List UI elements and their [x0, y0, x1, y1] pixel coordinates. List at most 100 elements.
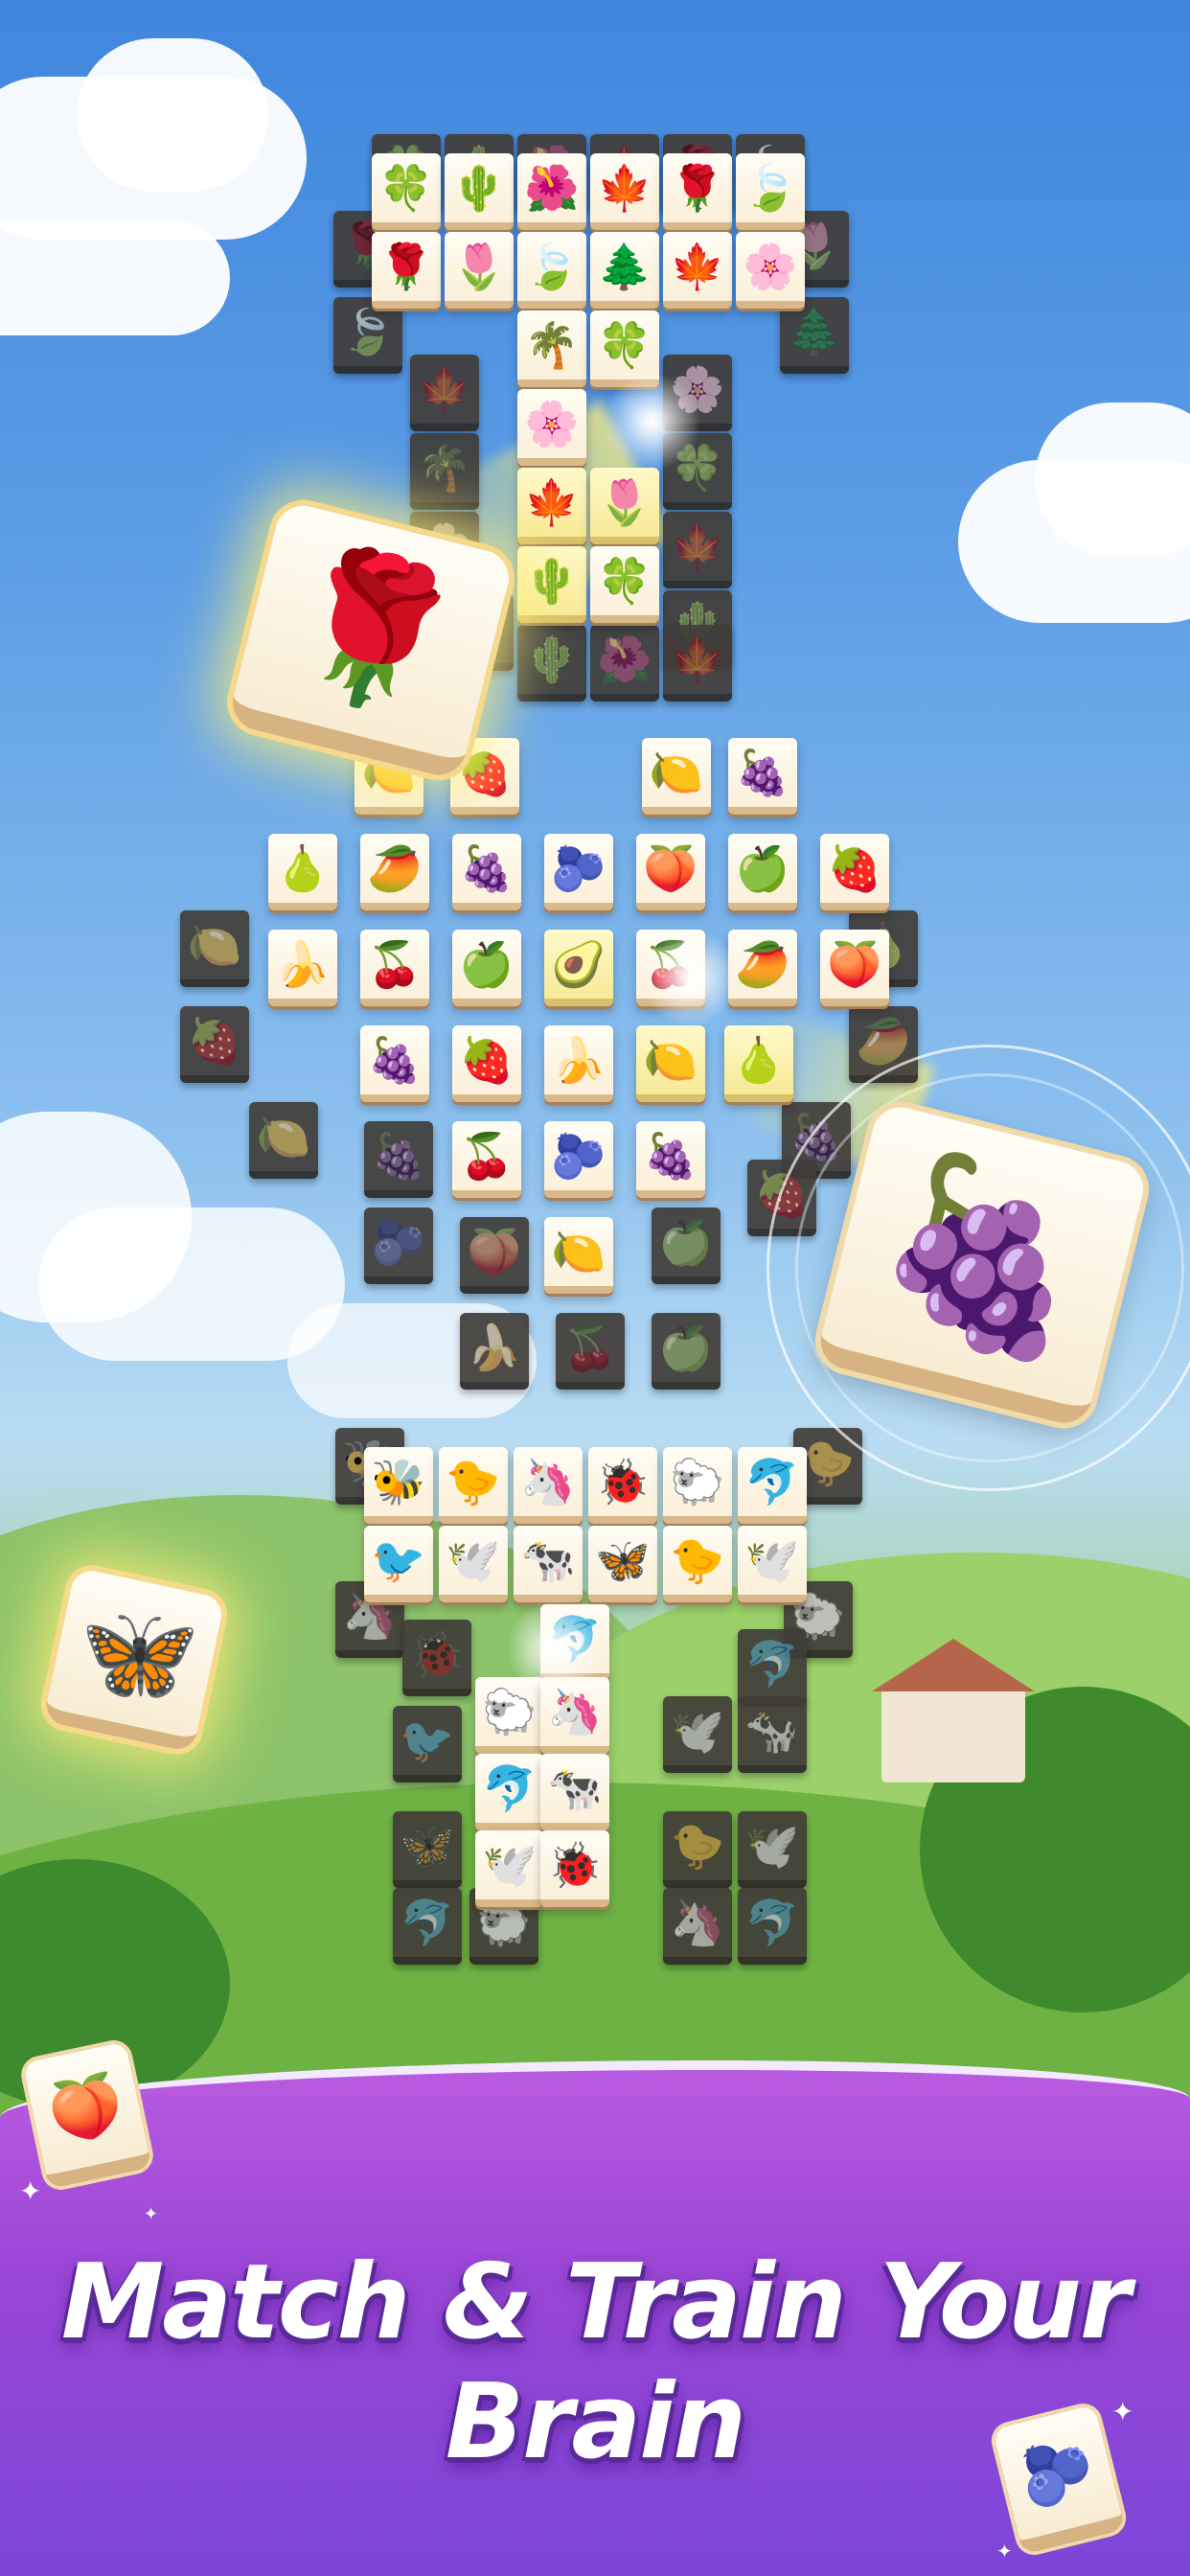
tile[interactable]: 🍇: [636, 1121, 705, 1198]
peach-icon: 🍑: [42, 2065, 129, 2150]
tile[interactable]: 🌵: [517, 546, 586, 623]
tile[interactable]: 🐄: [540, 1754, 609, 1830]
tile[interactable]: 🐞: [588, 1447, 657, 1524]
tile[interactable]: 🫐: [544, 834, 613, 910]
tile-under: 🍓: [180, 1006, 249, 1083]
tile[interactable]: 🕊️: [475, 1830, 544, 1907]
tile-under: 🌺: [590, 625, 659, 702]
tile[interactable]: 🕊️: [738, 1526, 807, 1602]
tile[interactable]: 🥑: [544, 930, 613, 1006]
tile-under: 🐬: [738, 1629, 807, 1706]
tile-under: 🐄: [738, 1696, 807, 1773]
tile-under: 🌲: [780, 297, 849, 374]
tile[interactable]: 🍀: [590, 546, 659, 623]
tile[interactable]: 🍑: [820, 930, 889, 1006]
tile[interactable]: 🍀: [372, 153, 441, 230]
tile-under: 🍏: [652, 1313, 721, 1390]
featured-tile-butterfly[interactable]: 🦋: [42, 1567, 226, 1753]
tile-under: 🫐: [364, 1208, 433, 1284]
tile-under: 🐬: [393, 1888, 462, 1965]
tile-under: 🐦: [393, 1706, 462, 1782]
tile[interactable]: 🌴: [517, 310, 586, 387]
butterfly-icon: 🦋: [65, 1585, 206, 1720]
rose-icon: 🌹: [265, 528, 481, 734]
tile[interactable]: 🍌: [544, 1025, 613, 1102]
tile[interactable]: 🐝: [364, 1447, 433, 1524]
tile-under: 🍋: [249, 1102, 318, 1179]
tile-under: 🐬: [738, 1888, 807, 1965]
tile-under: 🐞: [402, 1620, 471, 1696]
tile-under: 🍇: [364, 1121, 433, 1198]
tile[interactable]: 🍐: [268, 834, 337, 910]
tile[interactable]: 🐦: [364, 1526, 433, 1602]
tile[interactable]: 🍃: [517, 232, 586, 309]
tile[interactable]: 🌵: [445, 153, 514, 230]
tile[interactable]: 🌲: [590, 232, 659, 309]
tile[interactable]: 🍒: [452, 1121, 521, 1198]
tile[interactable]: 🍐: [724, 1025, 793, 1102]
sparkle: [632, 920, 747, 1035]
tile[interactable]: 🍇: [360, 1025, 429, 1102]
tile[interactable]: 🍇: [452, 834, 521, 910]
tile[interactable]: 🐬: [738, 1447, 807, 1524]
tile[interactable]: 🍓: [452, 1025, 521, 1102]
tile-under: 🌴: [410, 433, 479, 510]
headline-text: Match & Train Your Brain: [60, 2242, 1131, 2482]
tile[interactable]: 🍇: [728, 738, 797, 815]
tile[interactable]: 🌸: [736, 232, 805, 309]
sparkle-star-icon: ✦: [19, 2175, 42, 2207]
tile[interactable]: 🍏: [452, 930, 521, 1006]
tile[interactable]: 🐤: [663, 1526, 732, 1602]
tile[interactable]: 🍏: [728, 834, 797, 910]
tile[interactable]: 🌷: [445, 232, 514, 309]
tile[interactable]: 🍋: [544, 1217, 613, 1294]
tile[interactable]: 🐞: [540, 1830, 609, 1907]
cloud: [77, 38, 268, 192]
tile[interactable]: 🍋: [642, 738, 711, 815]
tile[interactable]: 🫐: [544, 1121, 613, 1198]
sparkle-star-icon: ✦: [144, 2204, 159, 2224]
tile[interactable]: 🌸: [517, 389, 586, 466]
tile-under: 🍏: [652, 1208, 721, 1284]
tile-under: 🍃: [333, 297, 402, 374]
tile[interactable]: 🍁: [590, 153, 659, 230]
tile-under: 🍁: [663, 625, 732, 702]
tile-under: 🍁: [663, 512, 732, 588]
cloud: [1035, 402, 1190, 556]
tile[interactable]: 🍓: [820, 834, 889, 910]
tile-under: 🦄: [663, 1888, 732, 1965]
tile-under: 🍁: [410, 355, 479, 431]
tile-under: 🍌: [460, 1313, 529, 1390]
tile[interactable]: 🌷: [590, 468, 659, 544]
game-scene: 🍀🌵🌺🍁🌹🍃🌹🌷🍃🌲🍁🌸🌴🍀🌸🍁🌷🌵🍀🌵🌺🍁🍀🌵🌺🍁🌹🍃🌹🌷🍃🌲🍁🌸🌴🍀🌸🍁🌷🌵…: [0, 0, 1190, 2576]
farmhouse: [872, 1639, 1035, 1782]
sparkle: [594, 364, 709, 479]
cloud: [0, 220, 230, 335]
tile[interactable]: 🍁: [663, 232, 732, 309]
grapes-icon: 🍇: [856, 1132, 1113, 1379]
tile-under: 🕊️: [738, 1811, 807, 1888]
tile[interactable]: 🍋: [636, 1025, 705, 1102]
tile[interactable]: 🌹: [663, 153, 732, 230]
tile-under: 🐤: [663, 1811, 732, 1888]
tile[interactable]: 🐑: [663, 1447, 732, 1524]
tile[interactable]: 🥭: [360, 834, 429, 910]
tile-under: 🍒: [556, 1313, 625, 1390]
tile[interactable]: 🐤: [439, 1447, 508, 1524]
promo-banner: 🍑 🫐 ✦ ✦ ✦ ✦ Match & Train Your Brain: [0, 2041, 1190, 2576]
tile-under: 🍋: [180, 910, 249, 987]
tile[interactable]: 🐬: [475, 1754, 544, 1830]
tile[interactable]: 🦄: [514, 1447, 583, 1524]
tile[interactable]: 🍁: [517, 468, 586, 544]
tile[interactable]: 🌺: [517, 153, 586, 230]
tile-under: 🌵: [517, 625, 586, 702]
tile[interactable]: 🍒: [360, 930, 429, 1006]
tile-under: 🍑: [460, 1217, 529, 1294]
tile[interactable]: 🌹: [372, 232, 441, 309]
tile-under: 🕊️: [663, 1696, 732, 1773]
sparkle: [498, 1591, 613, 1706]
tile[interactable]: 🍌: [268, 930, 337, 1006]
tile[interactable]: 🍑: [636, 834, 705, 910]
sparkle-star-icon: ✦: [996, 2540, 1013, 2563]
tile[interactable]: 🍃: [736, 153, 805, 230]
